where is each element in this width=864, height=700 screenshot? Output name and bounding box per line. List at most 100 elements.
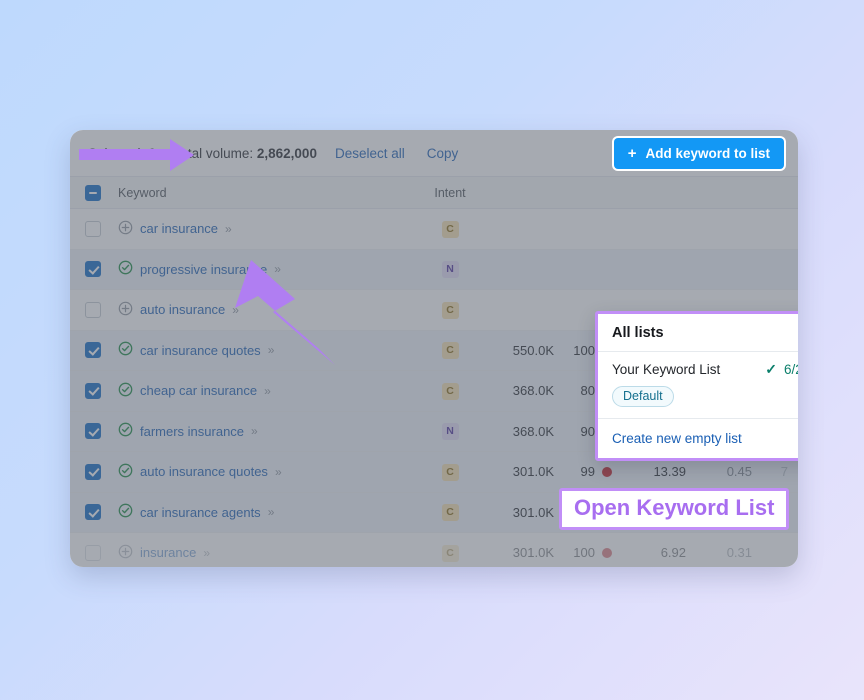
row-checkbox[interactable] xyxy=(85,383,101,399)
row-keyword-cell[interactable]: cheap car insurance » xyxy=(116,382,420,400)
row-intent-cell: C xyxy=(420,301,480,319)
row-checkbox-cell[interactable] xyxy=(70,261,116,277)
row-checkbox-cell[interactable] xyxy=(70,383,116,399)
row-cpc: 6.92 xyxy=(618,545,692,560)
chevron-right-icon[interactable]: » xyxy=(225,222,231,236)
table-row[interactable]: progressive insurance » N xyxy=(70,250,798,291)
row-keyword-text[interactable]: cheap car insurance xyxy=(140,383,257,398)
row-keyword-text[interactable]: car insurance quotes xyxy=(140,343,261,358)
total-volume-group: Total volume: 2,862,000 xyxy=(174,146,317,161)
row-checkbox[interactable] xyxy=(85,464,101,480)
row-checkbox-cell[interactable] xyxy=(70,342,116,358)
row-checkbox-cell[interactable] xyxy=(70,545,116,561)
row-intent-cell: C xyxy=(420,463,480,481)
row-kd-value: 99 xyxy=(581,464,595,479)
row-volume: 550.0K xyxy=(480,343,558,358)
chevron-right-icon[interactable]: » xyxy=(268,343,274,357)
row-checkbox[interactable] xyxy=(85,545,101,561)
chevron-right-icon[interactable]: » xyxy=(274,262,280,276)
keyword-added-icon[interactable] xyxy=(118,503,133,521)
row-volume: 301.0K xyxy=(480,545,558,560)
row-keyword-text[interactable]: progressive insurance xyxy=(140,262,267,277)
default-badge: Default xyxy=(612,386,674,407)
keyword-add-icon[interactable] xyxy=(118,544,133,562)
row-keyword-cell[interactable]: car insurance quotes » xyxy=(116,341,420,359)
row-kd-value: 100 xyxy=(573,545,595,560)
plus-icon: + xyxy=(628,146,637,161)
deselect-all-link[interactable]: Deselect all xyxy=(335,146,405,161)
row-keyword-cell[interactable]: auto insurance » xyxy=(116,301,420,319)
chevron-right-icon[interactable]: » xyxy=(275,465,281,479)
row-intent-cell: C xyxy=(420,220,480,238)
row-intent-cell: N xyxy=(420,260,480,278)
list-quota: 6/2,000 xyxy=(784,362,798,377)
keyword-added-icon[interactable] xyxy=(118,463,133,481)
row-checkbox-cell[interactable] xyxy=(70,221,116,237)
keyword-added-icon[interactable] xyxy=(118,382,133,400)
row-kd-value: 90 xyxy=(581,424,595,439)
row-keyword-text[interactable]: auto insurance xyxy=(140,302,225,317)
row-keyword-cell[interactable]: farmers insurance » xyxy=(116,422,420,440)
keyword-added-icon[interactable] xyxy=(118,422,133,440)
select-all-cell[interactable] xyxy=(70,185,116,201)
row-keyword-cell[interactable]: progressive insurance » xyxy=(116,260,420,278)
keyword-added-icon[interactable] xyxy=(118,260,133,278)
keyword-add-icon[interactable] xyxy=(118,220,133,238)
check-icon: ✓ xyxy=(765,361,777,378)
list-name: Your Keyword List xyxy=(612,362,720,377)
kd-difficulty-dot xyxy=(602,548,612,558)
header-keyword[interactable]: Keyword xyxy=(116,186,420,200)
intent-badge: C xyxy=(442,545,459,562)
create-new-list-row[interactable]: Create new empty list + xyxy=(598,419,798,458)
total-volume-value: 2,862,000 xyxy=(257,146,317,161)
chevron-right-icon[interactable]: » xyxy=(268,505,274,519)
keyword-add-icon[interactable] xyxy=(118,301,133,319)
row-results: 6 xyxy=(758,505,798,520)
row-volume: 368.0K xyxy=(480,424,558,439)
selected-count: 6 xyxy=(148,146,156,161)
list-entry-top: Your Keyword List ✓ 6/2,000 xyxy=(612,361,798,378)
row-competition: 0.31 xyxy=(692,545,758,560)
row-keyword-cell[interactable]: auto insurance quotes » xyxy=(116,463,420,481)
dropdown-header: All lists i Help xyxy=(598,314,798,352)
keyword-added-icon[interactable] xyxy=(118,341,133,359)
row-checkbox[interactable] xyxy=(85,342,101,358)
table-row[interactable]: car insurance agents»C301.0K1009.130.076 xyxy=(70,493,798,534)
row-keyword-text[interactable]: farmers insurance xyxy=(140,424,244,439)
row-keyword-cell[interactable]: car insurance agents » xyxy=(116,503,420,521)
selection-action-bar: Selected: 6 Total volume: 2,862,000 Dese… xyxy=(70,130,798,177)
row-cpc: 9.13 xyxy=(618,505,692,520)
row-checkbox[interactable] xyxy=(85,221,101,237)
row-checkbox-cell[interactable] xyxy=(70,423,116,439)
row-checkbox[interactable] xyxy=(85,261,101,277)
intent-badge: C xyxy=(442,504,459,521)
select-all-checkbox[interactable] xyxy=(85,185,101,201)
row-volume: 368.0K xyxy=(480,383,558,398)
row-keyword-text[interactable]: car insurance agents xyxy=(140,505,261,520)
row-competition: 0.07 xyxy=(692,505,758,520)
copy-link[interactable]: Copy xyxy=(427,146,459,161)
row-keyword-cell[interactable]: insurance » xyxy=(116,544,420,562)
chevron-right-icon[interactable]: » xyxy=(232,303,238,317)
table-row[interactable]: car insurance » C xyxy=(70,209,798,250)
row-checkbox[interactable] xyxy=(85,423,101,439)
row-keyword-text[interactable]: car insurance xyxy=(140,221,218,236)
kd-difficulty-dot xyxy=(602,507,612,517)
row-checkbox-cell[interactable] xyxy=(70,464,116,480)
intent-badge: N xyxy=(442,423,459,440)
row-checkbox[interactable] xyxy=(85,302,101,318)
header-intent[interactable]: Intent xyxy=(420,186,480,200)
add-keyword-to-list-button[interactable]: + Add keyword to list xyxy=(614,138,784,169)
chevron-right-icon[interactable]: » xyxy=(264,384,270,398)
chevron-right-icon[interactable]: » xyxy=(251,424,257,438)
chevron-right-icon[interactable]: » xyxy=(203,546,209,560)
all-lists-dropdown: All lists i Help Your Keyword List ✓ 6/2… xyxy=(595,311,798,461)
table-row[interactable]: insurance » C 301.0K 100 6.920.31 xyxy=(70,533,798,567)
row-checkbox-cell[interactable] xyxy=(70,302,116,318)
row-checkbox-cell[interactable] xyxy=(70,504,116,520)
row-checkbox[interactable] xyxy=(85,504,101,520)
list-entry[interactable]: Your Keyword List ✓ 6/2,000 Default xyxy=(598,352,798,419)
row-keyword-text[interactable]: insurance xyxy=(140,545,196,560)
row-keyword-text[interactable]: auto insurance quotes xyxy=(140,464,268,479)
row-keyword-cell[interactable]: car insurance » xyxy=(116,220,420,238)
